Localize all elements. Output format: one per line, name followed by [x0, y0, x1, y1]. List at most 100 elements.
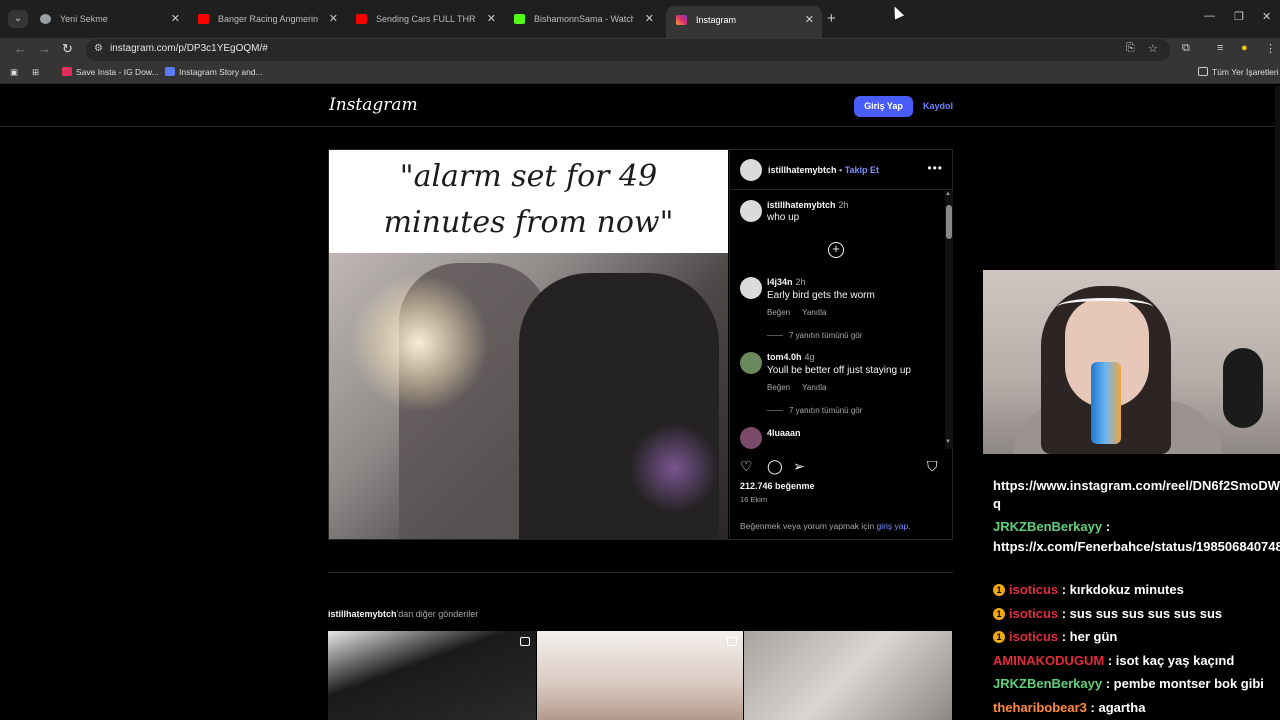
- chat-username: JRKZBenBerkayy: [993, 519, 1103, 534]
- follow-link[interactable]: Takip Et: [845, 165, 879, 175]
- comment-username[interactable]: 4luaaan: [767, 428, 801, 438]
- more-post-thumbnail[interactable]: [744, 631, 952, 720]
- bookmark-apps-icon[interactable]: ▣: [10, 67, 18, 78]
- site-info-icon[interactable]: ⚙: [94, 43, 103, 54]
- view-replies-label: 7 yanıtın tümünü gör: [789, 331, 863, 340]
- close-icon[interactable]: ✕: [645, 6, 654, 32]
- chat-message: JRKZBenBerkayy : https://x.com/Fenerbahc…: [993, 517, 1280, 557]
- load-more-comments-icon[interactable]: +: [828, 242, 844, 258]
- tab-yeni-sekme[interactable]: Yeni Sekme ✕: [30, 6, 188, 32]
- all-bookmarks[interactable]: Tüm Yer İşaretleri: [1198, 67, 1279, 77]
- webcam-overlay: [983, 270, 1280, 454]
- close-icon[interactable]: ✕: [805, 6, 814, 34]
- tab-banger-racing[interactable]: Banger Racing Angmering Race ✕: [188, 6, 346, 32]
- comments-list: istillhatemybtch 2h who up + l4j34n 2h Ear…: [730, 191, 943, 449]
- grid-icon[interactable]: ⊞: [32, 67, 39, 78]
- browser-address-bar: ← → ↻ ⚙ instagram.com/p/DP3c1YEgOQM/# ⎘ …: [0, 38, 1280, 62]
- window-close-icon[interactable]: ✕: [1262, 10, 1271, 23]
- chat-username: isoticus: [1009, 629, 1059, 644]
- tab-search-button[interactable]: ⌄: [8, 10, 28, 28]
- like-count[interactable]: 212.746 beğenme: [740, 481, 815, 491]
- light-glow: [349, 273, 489, 413]
- chat-badge: 1: [993, 608, 1005, 620]
- like-comment-link[interactable]: Beğen: [767, 383, 790, 392]
- scroll-down-icon[interactable]: ▼: [945, 439, 951, 445]
- instagram-logo[interactable]: Instagram: [329, 95, 418, 115]
- chat-badge: 1: [993, 631, 1005, 643]
- avatar[interactable]: [740, 352, 762, 374]
- tab-label: Yeni Sekme: [60, 14, 108, 24]
- comment-text: Youll be better off just staying up: [767, 365, 911, 376]
- heart-icon[interactable]: ♡: [740, 458, 753, 475]
- url-field[interactable]: ⚙ instagram.com/p/DP3c1YEgOQM/# ⎘ ☆: [86, 39, 1170, 61]
- kick-icon: [514, 14, 525, 24]
- close-icon[interactable]: ✕: [487, 6, 496, 32]
- reply-link[interactable]: Yanıtla: [802, 308, 826, 317]
- restore-icon[interactable]: ❐: [1234, 10, 1244, 23]
- comment-username[interactable]: istillhatemybtch: [767, 200, 836, 210]
- reply-link[interactable]: Yanıtla: [802, 383, 826, 392]
- comments-scrollbar[interactable]: ▲ ▼: [945, 191, 953, 449]
- share-icon[interactable]: ➢: [793, 458, 805, 475]
- comment-icon[interactable]: ◯: [767, 458, 783, 475]
- chat-text: https://www.instagram.com/reel/DN6f2SmoD…: [993, 478, 1280, 493]
- login-button[interactable]: Giriş Yap: [854, 96, 913, 117]
- scroll-up-icon[interactable]: ▲: [945, 191, 951, 197]
- new-tab-button[interactable]: +: [827, 10, 836, 28]
- avatar[interactable]: [740, 200, 762, 222]
- reload-icon[interactable]: ↻: [62, 41, 73, 57]
- avatar[interactable]: [740, 159, 762, 181]
- post-actions: ♡ ◯ ➢ ⛉: [730, 450, 953, 480]
- carousel-icon: [727, 637, 737, 646]
- bookmark-save-insta[interactable]: Save Insta - IG Dow...: [62, 67, 159, 77]
- star-icon[interactable]: ☆: [1148, 42, 1158, 55]
- more-posts-user[interactable]: istillhatemybtch: [328, 609, 397, 619]
- tab-kick-bishamonnsama[interactable]: BishamonnSama - Watch clips on ✕: [504, 6, 662, 32]
- extensions-icon[interactable]: ⧉: [1182, 42, 1190, 55]
- back-icon[interactable]: ←: [14, 41, 27, 56]
- more-post-thumbnail[interactable]: [537, 631, 743, 720]
- media-control-icon[interactable]: ≡: [1217, 42, 1223, 54]
- chat-username: isoticus: [1009, 582, 1059, 597]
- bookmark-instagram-story[interactable]: Instagram Story and...: [165, 67, 263, 77]
- tab-instagram[interactable]: Instagram ✕: [666, 6, 822, 38]
- tab-label: Sending Cars FULL THROTTLE on: [376, 14, 476, 24]
- microphone-shape: [1223, 348, 1263, 428]
- all-bookmarks-label: Tüm Yer İşaretleri: [1212, 67, 1279, 77]
- chat-username: isoticus: [1009, 606, 1059, 621]
- comment-time: 4g: [804, 352, 815, 362]
- more-options-icon[interactable]: •••: [927, 161, 943, 175]
- like-comment-link[interactable]: Beğen: [767, 308, 790, 317]
- view-replies[interactable]: 7 yanıtın tümünü gör: [767, 406, 862, 415]
- comment-username[interactable]: tom4.0h: [767, 352, 802, 362]
- chat-text: : agartha: [1086, 700, 1146, 715]
- view-replies[interactable]: 7 yanıtın tümünü gör: [767, 331, 862, 340]
- close-icon[interactable]: ✕: [329, 6, 338, 32]
- install-app-icon[interactable]: ⎘: [1126, 42, 1135, 55]
- post-author: istillhatemybtch • Takip Et: [768, 165, 879, 175]
- scrollbar-thumb[interactable]: [946, 205, 952, 239]
- author-username[interactable]: istillhatemybtch: [768, 165, 837, 175]
- post-media[interactable]: "alarm set for 49 minutes from now": [329, 150, 728, 539]
- more-posts-suffix: 'dan diğer gönderiler: [396, 609, 479, 619]
- meme-photo: [329, 253, 728, 539]
- menu-icon[interactable]: ⋮: [1265, 42, 1276, 55]
- meme-caption: "alarm set for 49 minutes from now": [329, 154, 728, 246]
- close-icon[interactable]: ✕: [171, 6, 180, 32]
- more-posts-heading: istillhatemybtch'dan diğer gönderiler: [328, 609, 478, 619]
- tab-sending-cars[interactable]: Sending Cars FULL THROTTLE on ✕: [346, 6, 504, 32]
- login-note-link[interactable]: giriş yap: [877, 521, 909, 531]
- signup-link[interactable]: Kaydol: [923, 101, 953, 111]
- avatar[interactable]: [740, 427, 762, 449]
- reply-line: [767, 410, 783, 411]
- minimize-icon[interactable]: —: [1204, 10, 1215, 22]
- comment-username[interactable]: l4j34n: [767, 277, 793, 287]
- chat-text: : pembe montser bok gibi: [1102, 676, 1264, 691]
- comment-text: who up: [767, 212, 800, 223]
- screen: ⌄ Yeni Sekme ✕ Banger Racing Angmering R…: [0, 0, 1280, 720]
- profile-icon[interactable]: ●: [1241, 42, 1248, 54]
- bookmark-icon[interactable]: ⛉: [927, 458, 938, 475]
- more-post-thumbnail[interactable]: [328, 631, 536, 720]
- forward-icon[interactable]: →: [38, 41, 51, 56]
- avatar[interactable]: [740, 277, 762, 299]
